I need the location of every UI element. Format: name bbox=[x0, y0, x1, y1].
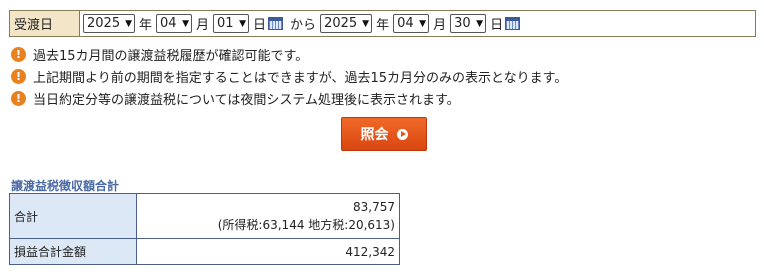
note-item: ! 上記期間より前の期間を指定することはできますが、過去15カ月分のみの表示とな… bbox=[11, 65, 567, 87]
note-text: 過去15カ月間の譲渡益税履歴が確認可能です。 bbox=[33, 48, 309, 64]
inquiry-button-label: 照会 bbox=[360, 127, 389, 143]
from-year-select[interactable]: 2025 ▼ bbox=[83, 14, 135, 33]
day-unit: 日 bbox=[490, 18, 504, 33]
calendar-icon[interactable] bbox=[505, 17, 521, 30]
total-label: 合計 bbox=[9, 193, 137, 239]
warning-icon: ! bbox=[11, 46, 26, 62]
pl-label: 損益合計金額 bbox=[9, 238, 137, 265]
month-unit: 月 bbox=[196, 18, 210, 33]
to-year-select[interactable]: 2025 ▼ bbox=[320, 14, 373, 33]
note-item: ! 過去15カ月間の譲渡益税履歴が確認可能です。 bbox=[11, 43, 567, 65]
chevron-down-icon: ▼ bbox=[419, 18, 427, 29]
inquiry-button[interactable]: 照会 bbox=[341, 117, 427, 151]
range-separator: から bbox=[290, 18, 317, 33]
chevron-down-icon: ▼ bbox=[476, 18, 484, 29]
table-row: 合計 83,757 (所得税:63,144 地方税:20,613) bbox=[9, 193, 400, 239]
date-range-fields: 2025 ▼ 年 04 ▼ 月 01 ▼ 日 から 2025 ▼ 年 04 ▼ 月 30 ▼… bbox=[80, 11, 523, 36]
year-unit: 年 bbox=[139, 18, 153, 33]
note-text: 当日約定分等の譲渡益税については夜間システム処理後に表示されます。 bbox=[33, 92, 460, 108]
year-unit: 年 bbox=[376, 18, 390, 33]
pl-value: 412,342 bbox=[136, 238, 400, 265]
chevron-down-icon: ▼ bbox=[125, 18, 132, 29]
warning-icon: ! bbox=[11, 68, 26, 84]
play-icon bbox=[396, 128, 408, 140]
total-value: 83,757 bbox=[353, 200, 395, 214]
table-row: 損益合計金額 412,342 bbox=[9, 238, 400, 265]
delivery-date-filter: 受渡日 2025 ▼ 年 04 ▼ 月 01 ▼ 日 から 2025 ▼ 年 04 ▼ 月… bbox=[9, 10, 756, 37]
to-month-select[interactable]: 04 ▼ bbox=[393, 14, 430, 33]
date-filter-label: 受渡日 bbox=[10, 11, 80, 36]
total-cell: 83,757 (所得税:63,144 地方税:20,613) bbox=[136, 193, 400, 239]
day-unit: 日 bbox=[253, 18, 267, 33]
to-day-select[interactable]: 30 ▼ bbox=[450, 14, 487, 33]
calendar-icon[interactable] bbox=[268, 17, 284, 30]
chevron-down-icon: ▼ bbox=[182, 18, 190, 29]
from-month-select[interactable]: 04 ▼ bbox=[156, 14, 193, 33]
note-text: 上記期間より前の期間を指定することはできますが、過去15カ月分のみの表示となりま… bbox=[33, 70, 568, 86]
month-unit: 月 bbox=[433, 18, 447, 33]
notes-list: ! 過去15カ月間の譲渡益税履歴が確認可能です。 ! 上記期間より前の期間を指定… bbox=[11, 43, 567, 109]
chevron-down-icon: ▼ bbox=[239, 18, 247, 29]
chevron-down-icon: ▼ bbox=[362, 18, 370, 29]
from-day-select[interactable]: 01 ▼ bbox=[213, 14, 250, 33]
total-breakdown: (所得税:63,144 地方税:20,613) bbox=[217, 218, 395, 232]
section-title: 譲渡益税徴収額合計 bbox=[11, 179, 120, 193]
warning-icon: ! bbox=[11, 90, 26, 106]
note-item: ! 当日約定分等の譲渡益税については夜間システム処理後に表示されます。 bbox=[11, 87, 567, 109]
tax-summary-table: 合計 83,757 (所得税:63,144 地方税:20,613) 損益合計金額… bbox=[9, 193, 400, 265]
